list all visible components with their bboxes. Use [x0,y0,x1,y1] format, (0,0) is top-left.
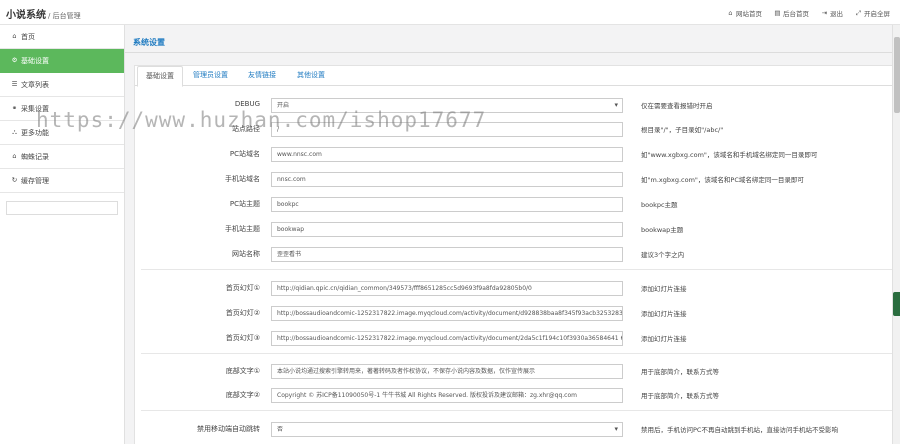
section-divider [141,353,893,354]
sidebar-item-label: 首页 [21,32,35,41]
tab-admin-settings[interactable]: 管理员设置 [185,66,236,86]
setting-label: 禁用移动端自动跳转 [197,425,260,433]
sidebar-item-basic-settings[interactable]: ⚙ 基础设置 [0,49,124,73]
setting-hint: bookwap主题 [641,226,684,234]
setting-hint: 如"m.xgbxg.com"，该域名和PC域名绑定同一目录即可 [641,176,804,184]
sidebar-item-article-list[interactable]: ☰ 文章列表 [0,73,124,97]
side-float-tab[interactable] [893,292,900,316]
sidebar-search-box[interactable] [6,201,118,215]
watermark-text: https://www.huzhan.com/ishop17677 [36,108,487,132]
setting-hint: 添加幻灯片连接 [641,335,687,343]
mobile-domain-input[interactable]: nnsc.com [271,172,623,187]
logout-label: 退出 [830,10,843,18]
logout-icon: ⇥ [821,8,828,17]
site-home-link[interactable]: ⌂ 网站首页 [727,8,762,18]
setting-label: 手机站域名 [225,175,260,183]
main-content: 系统设置 基础设置 管理员设置 友情链接 其他设置 DEBUG 开启 仅在需要查… [125,25,900,444]
sidebar: ⌂ 首页 ⚙ 基础设置 ☰ 文章列表 ⚭ 采集设置 ⛬ 更多功能 ⌂ 蜘蛛记录 ↻ 缓存管理 [0,25,125,444]
sidebar-item-home[interactable]: ⌂ 首页 [0,25,124,49]
tab-friend-links[interactable]: 友情链接 [240,66,284,86]
setting-hint: 禁用后，手机访问PC不再自动跳到手机站，直接访问手机站不受影响 [641,426,838,434]
sitemap-icon: ⛬ [12,128,17,136]
setting-label: 网站名称 [232,250,260,258]
page-scrollbar[interactable] [892,25,900,444]
section-divider [141,269,893,270]
setting-label: 首页幻灯③ [225,334,260,342]
setting-label: 首页幻灯② [225,309,260,317]
page-title: 系统设置 [133,38,165,47]
setting-row-mobile-theme: 手机站主题 bookwap bookwap主题 [135,220,900,238]
logout-link[interactable]: ⇥ 退出 [821,8,843,18]
sidebar-item-label: 蜘蛛记录 [21,152,49,161]
setting-hint: 添加幻灯片连接 [641,285,687,293]
setting-row-slide-2: 首页幻灯② http://bossaudioandcomic-125231782… [135,304,900,322]
pc-theme-input[interactable]: bookpc [271,197,623,212]
setting-label: DEBUG [234,100,260,108]
sidebar-item-cache[interactable]: ↻ 缓存管理 [0,169,124,193]
setting-row-slide-3: 首页幻灯③ http://bossaudioandcomic-125231782… [135,329,900,347]
sidebar-item-label: 缓存管理 [21,176,49,185]
slide-2-input[interactable]: http://bossaudioandcomic-1252317822.imag… [271,306,623,321]
setting-hint: 根目录"/"，子目录如"/abc/" [641,126,724,134]
admin-home-label: 后台首页 [783,10,809,18]
tab-basic-settings[interactable]: 基础设置 [137,66,183,87]
fullscreen-label: 开启全屏 [864,10,890,18]
top-header: 小说系统 / 后台管理 ⌂ 网站首页 ▤ 后台首页 ⇥ 退出 ⤢ 开启全屏 [0,0,900,25]
sidebar-item-label: 基础设置 [21,56,49,65]
admin-home-link[interactable]: ▤ 后台首页 [774,8,809,18]
fullscreen-icon: ⤢ [855,8,862,17]
list-icon: ☰ [11,80,18,88]
section-divider [141,410,893,411]
fullscreen-link[interactable]: ⤢ 开启全屏 [855,8,890,18]
setting-row-disable-mobile-redirect: 禁用移动端自动跳转 否 禁用后，手机访问PC不再自动跳到手机站，直接访问手机站不… [135,420,900,438]
disable-mobile-redirect-select[interactable]: 否 [271,422,623,437]
home-icon: ⌂ [728,8,733,17]
setting-row-site-name: 网站名称 歪歪看书 建议3个字之内 [135,245,900,263]
home-icon: ⌂ [12,32,17,40]
setting-row-pc-theme: PC站主题 bookpc bookpc主题 [135,195,900,213]
setting-hint: 建议3个字之内 [641,251,685,259]
site-name-input[interactable]: 歪歪看书 [271,247,623,262]
setting-label: 底部文字① [225,367,260,375]
slide-3-input[interactable]: http://bossaudioandcomic-1252317822.imag… [271,331,623,346]
setting-label: 手机站主题 [225,225,260,233]
footer-text-1-input[interactable]: 本站小说均通过搜索引擎转用来，著著转码及者作权协议，不保存小说内容及数据，仅作宣… [271,364,623,379]
mobile-theme-input[interactable]: bookwap [271,222,623,237]
setting-hint: 用于底部简介，联系方式等 [641,368,719,376]
slide-1-input[interactable]: http://qidian.qpic.cn/qidian_common/3495… [271,281,623,296]
brand-subtitle: / 后台管理 [48,12,81,20]
bank-icon: ⌂ [12,152,17,160]
tab-other-settings[interactable]: 其他设置 [289,66,333,86]
setting-label: PC站域名 [229,150,260,158]
scroll-thumb[interactable] [894,37,900,113]
setting-hint: bookpc主题 [641,201,678,209]
share-icon: ⚭ [11,104,18,112]
dashboard-icon: ▤ [774,8,781,17]
brand-title: 小说系统 [6,10,46,21]
setting-label: 首页幻灯① [225,284,260,292]
setting-label: PC站主题 [229,200,260,208]
site-home-label: 网站首页 [736,10,762,18]
brand[interactable]: 小说系统 / 后台管理 [6,6,81,21]
title-divider [125,52,892,53]
setting-row-footer-1: 底部文字① 本站小说均通过搜索引擎转用来，著著转码及者作权协议，不保存小说内容及… [135,362,900,380]
pc-domain-input[interactable]: www.nnsc.com [271,147,623,162]
setting-hint: 如"www.xgbxg.com"，该域名和手机域名绑定同一目录即可 [641,151,818,159]
setting-hint: 用于底部简介，联系方式等 [641,392,719,400]
settings-tabs: 基础设置 管理员设置 友情链接 其他设置 [135,66,900,87]
setting-hint: 添加幻灯片连接 [641,310,687,318]
footer-text-2-input[interactable]: Copyright © 苏ICP备11090050号-1 牛牛书城 All Ri… [271,388,623,403]
setting-row-slide-1: 首页幻灯① http://qidian.qpic.cn/qidian_commo… [135,279,900,297]
setting-row-mobile-domain: 手机站域名 nnsc.com 如"m.xgbxg.com"，该域名和PC域名绑定… [135,170,900,188]
sidebar-item-spider-log[interactable]: ⌂ 蜘蛛记录 [0,145,124,169]
sidebar-item-label: 文章列表 [21,80,49,89]
gear-icon: ⚙ [11,56,18,64]
top-links: ⌂ 网站首页 ▤ 后台首页 ⇥ 退出 ⤢ 开启全屏 [727,8,890,18]
setting-row-footer-2: 底部文字② Copyright © 苏ICP备11090050号-1 牛牛书城 … [135,386,900,404]
refresh-icon: ↻ [11,176,18,184]
setting-label: 底部文字② [225,391,260,399]
setting-hint: 仅在需要查看报错时开启 [641,102,713,110]
setting-row-pc-domain: PC站域名 www.nnsc.com 如"www.xgbxg.com"，该域名和… [135,145,900,163]
